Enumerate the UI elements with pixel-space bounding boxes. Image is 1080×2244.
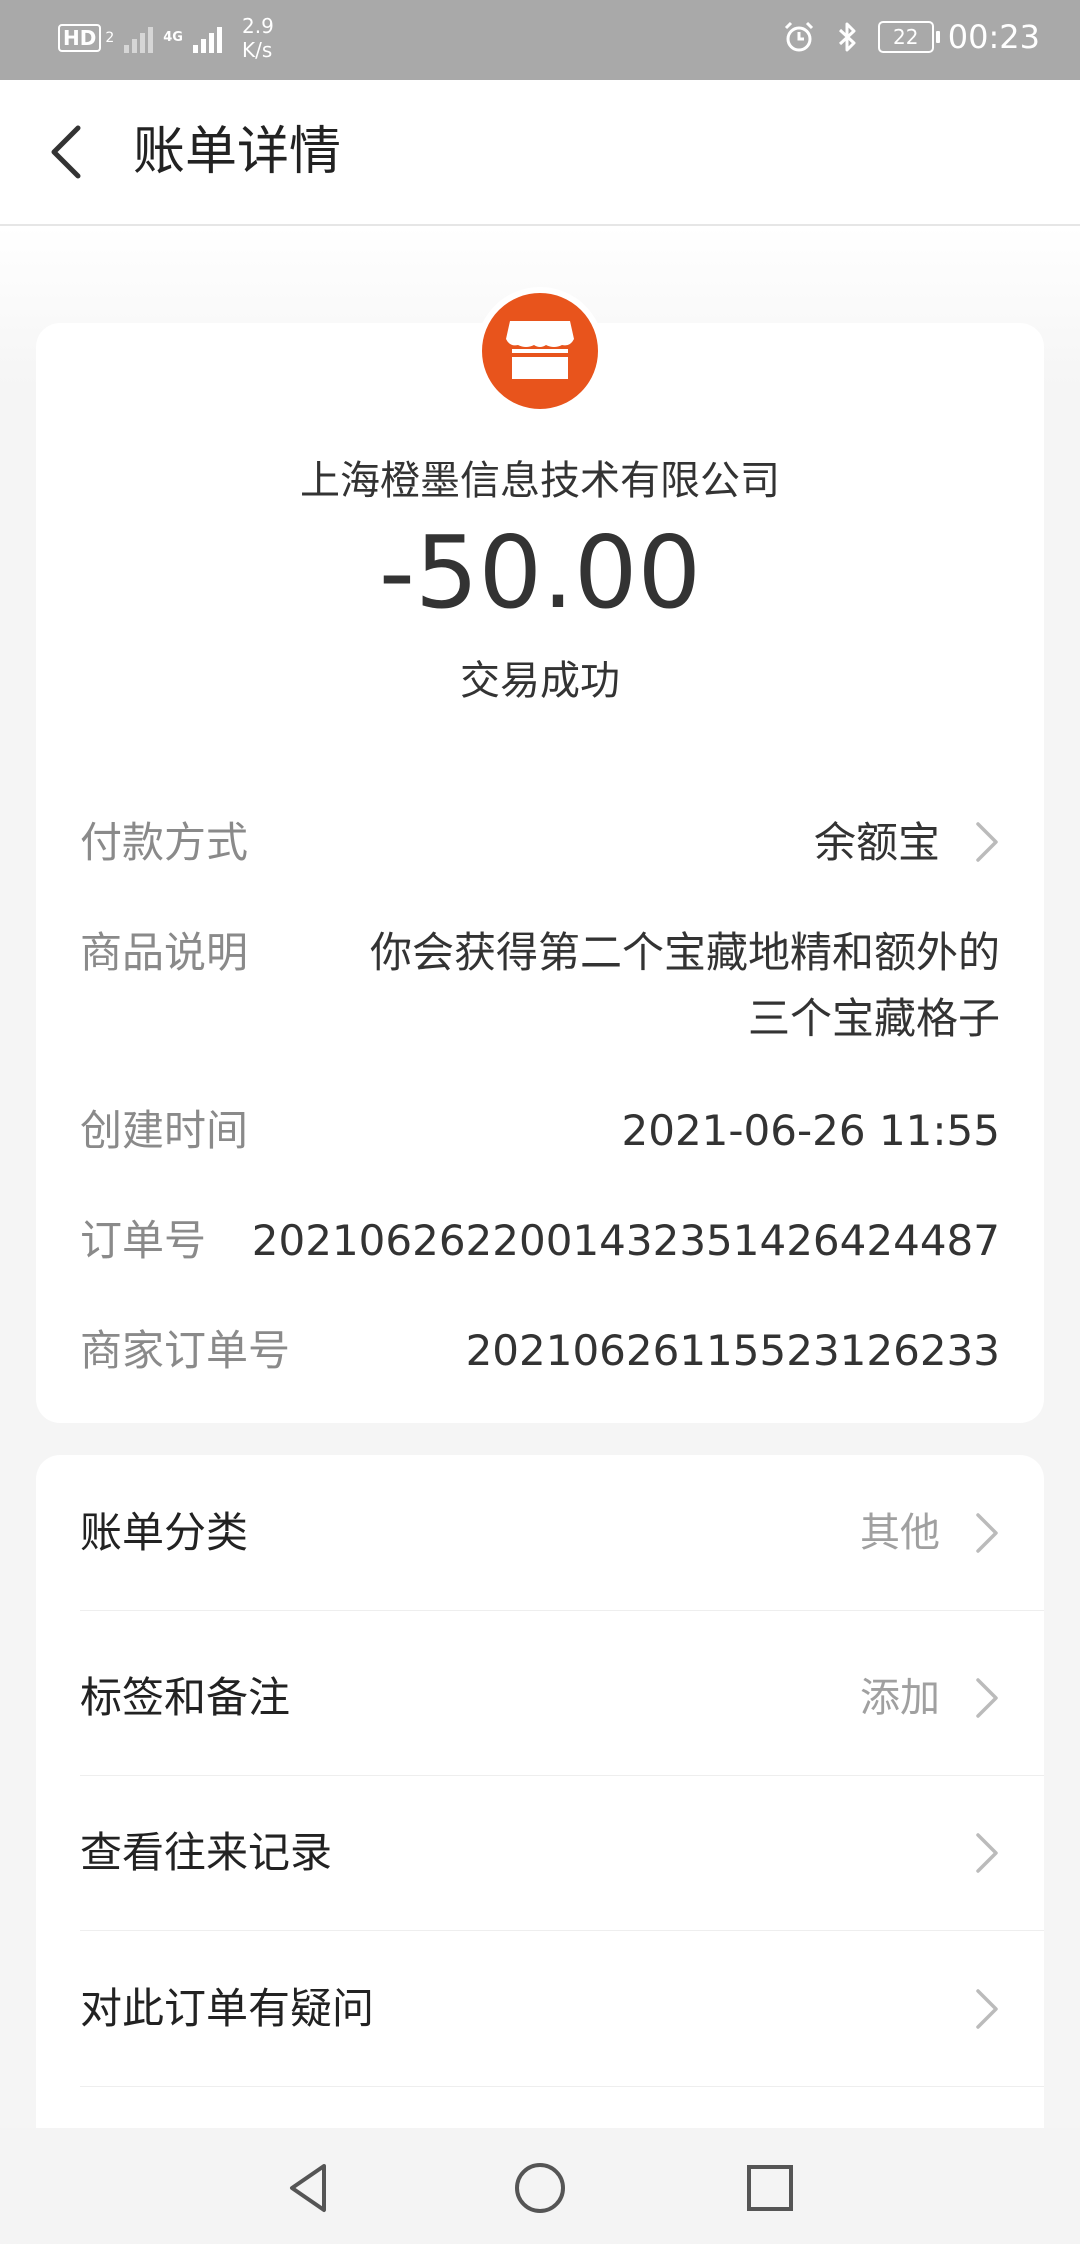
detail-label-product-description: 商品说明 bbox=[80, 928, 249, 977]
menu-value: 添加 bbox=[860, 1675, 940, 1721]
recents-square-icon[interactable] bbox=[740, 2158, 800, 2218]
chevron-right-icon bbox=[976, 1833, 998, 1873]
menu-value: 其他 bbox=[860, 1510, 940, 1556]
detail-label-merchant-order-number: 商家订单号 bbox=[80, 1326, 291, 1375]
product-description-line1: 你会获得第二个宝藏地精和额外的 bbox=[369, 928, 1000, 977]
app-header: 账单详情 bbox=[0, 80, 1080, 226]
signal-icon-sim2 bbox=[192, 23, 222, 53]
status-left: HD 2 4G 2.9 K/s bbox=[58, 14, 274, 62]
transaction-amount: -50.00 bbox=[378, 514, 702, 631]
order-number-value: 2021062622001432351426424487 bbox=[251, 1216, 1000, 1265]
store-icon bbox=[506, 321, 574, 379]
detail-label-created-time: 创建时间 bbox=[80, 1106, 249, 1155]
payment-method-value[interactable]: 余额宝 bbox=[814, 810, 940, 876]
menu-label: 查看往来记录 bbox=[80, 1828, 333, 1877]
chevron-right-icon bbox=[976, 1513, 998, 1553]
menu-label: 对此订单有疑问 bbox=[80, 1984, 375, 2033]
status-right: 22 00:23 bbox=[782, 18, 1040, 56]
network-type: 4G bbox=[163, 30, 183, 45]
chevron-right-icon[interactable] bbox=[974, 820, 1000, 864]
divider bbox=[80, 2086, 1044, 2087]
merchant-order-number-value: 20210626115523126233 bbox=[465, 1326, 1000, 1375]
home-circle-icon[interactable] bbox=[510, 2158, 570, 2218]
chevron-left-icon[interactable] bbox=[40, 122, 100, 182]
back-triangle-icon[interactable] bbox=[280, 2158, 340, 2218]
product-description-line2: 三个宝藏格子 bbox=[747, 994, 1000, 1043]
detail-label-order-number: 订单号 bbox=[80, 1216, 207, 1265]
network-speed-value: 2.9 bbox=[241, 14, 274, 38]
battery-icon: 22 bbox=[877, 21, 940, 53]
network-speed-unit: K/s bbox=[241, 38, 273, 62]
sim-index: 2 bbox=[105, 30, 115, 46]
transaction-card: 上海橙墨信息技术有限公司 -50.00 交易成功 付款方式 余额宝 商品说明 你… bbox=[36, 287, 1044, 1423]
status-bar: HD 2 4G 2.9 K/s 22 00:23 bbox=[0, 0, 1080, 80]
menu-label: 账单分类 bbox=[80, 1508, 249, 1557]
detail-label-payment-method: 付款方式 bbox=[80, 818, 249, 867]
menu-label: 标签和备注 bbox=[80, 1673, 291, 1722]
page-title: 账单详情 bbox=[133, 122, 342, 182]
signal-icon-sim1 bbox=[124, 23, 154, 53]
actions-card: 账单分类 其他 标签和备注 添加 查看往来记录 对此订单有疑问 bbox=[36, 1455, 1044, 2155]
network-speed: 2.9 K/s bbox=[242, 14, 274, 62]
menu-row-tags-notes[interactable]: 标签和备注 添加 bbox=[36, 1620, 1044, 1776]
menu-row-view-history[interactable]: 查看往来记录 bbox=[36, 1775, 1044, 1931]
hd-badge: HD bbox=[58, 24, 102, 52]
bluetooth-icon bbox=[838, 22, 856, 52]
transaction-status: 交易成功 bbox=[460, 658, 620, 704]
chevron-right-icon bbox=[976, 1989, 998, 2029]
chevron-right-icon bbox=[976, 1678, 998, 1718]
merchant-name: 上海橙墨信息技术有限公司 bbox=[300, 458, 780, 504]
clock-time: 00:23 bbox=[947, 18, 1040, 56]
system-nav-bar bbox=[0, 2128, 1080, 2244]
created-time-value: 2021-06-26 11:55 bbox=[621, 1106, 1000, 1155]
merchant-avatar bbox=[476, 287, 604, 415]
alarm-icon bbox=[784, 21, 813, 52]
divider bbox=[80, 1610, 1044, 1611]
menu-row-bill-category[interactable]: 账单分类 其他 bbox=[36, 1455, 1044, 1611]
menu-row-order-question[interactable]: 对此订单有疑问 bbox=[36, 1931, 1044, 2087]
